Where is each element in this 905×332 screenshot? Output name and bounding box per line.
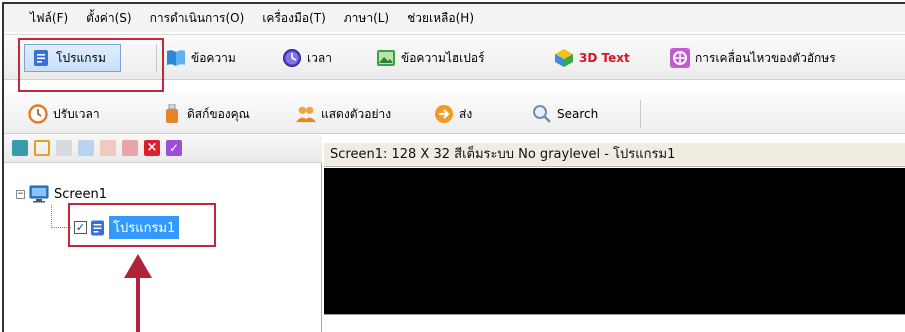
preview-button[interactable]: แสดงตัวอย่าง bbox=[296, 100, 391, 128]
menu-help[interactable]: ช่วยเหลือ(H) bbox=[407, 9, 474, 28]
search-label: Search bbox=[557, 107, 599, 121]
people-icon bbox=[296, 104, 316, 124]
3d-text-label: 3D Text bbox=[579, 51, 630, 65]
message-button[interactable]: ข้อความ bbox=[166, 44, 236, 72]
send-button[interactable]: ส่ง bbox=[434, 100, 472, 128]
led-screen-canvas[interactable] bbox=[324, 168, 905, 314]
preview-label: แสดงตัวอย่าง bbox=[321, 106, 392, 121]
clock-icon bbox=[282, 48, 302, 68]
book-icon bbox=[166, 48, 186, 68]
menu-file[interactable]: ไฟล์(F) bbox=[30, 9, 68, 28]
adjust-time-button[interactable]: ปรับเวลา bbox=[28, 100, 100, 128]
menu-tools[interactable]: เครื่องมือ(T) bbox=[262, 9, 325, 28]
app-window: ไฟล์(F) ตั้งค่า(S) การดำเนินการ(O) เครื่… bbox=[2, 2, 905, 332]
your-disk-label: ดิสก์ของคุณ bbox=[187, 106, 250, 121]
hypertext-label: ข้อความไฮเปอร์ bbox=[401, 50, 485, 65]
menu-language[interactable]: ภาษา(L) bbox=[344, 9, 389, 28]
text-animation-label: การเคลื่อนไหวของตัวอักษร bbox=[695, 50, 836, 65]
message-label: ข้อความ bbox=[191, 50, 236, 65]
3d-text-button[interactable]: 3D Text bbox=[554, 44, 630, 72]
animation-icon bbox=[670, 48, 690, 68]
program-highlight-box bbox=[18, 38, 164, 92]
save-icon[interactable] bbox=[12, 140, 28, 156]
tree-node-screen[interactable]: Screen1 bbox=[29, 185, 107, 203]
move-down-icon[interactable] bbox=[100, 140, 116, 156]
adjust-time-label: ปรับเวลา bbox=[53, 106, 100, 121]
time-label: เวลา bbox=[307, 50, 332, 65]
usb-drive-icon bbox=[162, 104, 182, 124]
annotation-arrow-head bbox=[124, 254, 152, 278]
menu-settings[interactable]: ตั้งค่า(S) bbox=[86, 9, 131, 28]
delete-icon[interactable]: × bbox=[144, 140, 160, 156]
monitor-icon bbox=[29, 185, 49, 203]
alarm-clock-icon bbox=[28, 104, 48, 124]
search-button[interactable]: Search bbox=[532, 100, 598, 128]
screen-tree: − Screen1 ✓ โปรแกรม1 bbox=[4, 171, 322, 331]
cube-icon bbox=[554, 48, 574, 68]
checkmark-icon[interactable]: ✓ bbox=[166, 140, 182, 156]
tree-toolbar: × ✓ bbox=[4, 135, 322, 163]
tree-connector bbox=[51, 205, 52, 228]
screen-footer bbox=[324, 314, 905, 332]
menu-operation[interactable]: การดำเนินการ(O) bbox=[150, 9, 245, 28]
image-icon bbox=[376, 48, 396, 68]
screen-title: Screen1: 128 X 32 สีเต็มระบบ No grayleve… bbox=[324, 143, 905, 167]
program-node-highlight-box bbox=[68, 203, 216, 247]
paste-icon[interactable] bbox=[56, 140, 72, 156]
text-animation-button[interactable]: การเคลื่อนไหวของตัวอักษร bbox=[670, 44, 836, 72]
send-label: ส่ง bbox=[459, 106, 473, 121]
screen-preview-pane: Screen1: 128 X 32 สีเต็มระบบ No grayleve… bbox=[324, 135, 905, 332]
menu-bar: ไฟล์(F) ตั้งค่า(S) การดำเนินการ(O) เครื่… bbox=[4, 4, 905, 32]
search-icon bbox=[532, 104, 552, 124]
move-up-icon[interactable] bbox=[78, 140, 94, 156]
screen-node-label: Screen1 bbox=[54, 186, 107, 202]
time-button[interactable]: เวลา bbox=[282, 44, 332, 72]
mail-icon[interactable] bbox=[122, 140, 138, 156]
arrow-right-icon bbox=[434, 104, 454, 124]
annotation-arrow-shaft bbox=[136, 276, 140, 332]
secondary-toolbar: ปรับเวลา ดิสก์ของคุณ แสดงตัวอย่าง ส่ง Se bbox=[4, 94, 905, 134]
copy-icon[interactable] bbox=[34, 140, 50, 156]
your-disk-button[interactable]: ดิสก์ของคุณ bbox=[162, 100, 250, 128]
collapse-icon[interactable]: − bbox=[16, 190, 25, 199]
toolbar-divider bbox=[640, 100, 641, 128]
hypertext-button[interactable]: ข้อความไฮเปอร์ bbox=[376, 44, 485, 72]
